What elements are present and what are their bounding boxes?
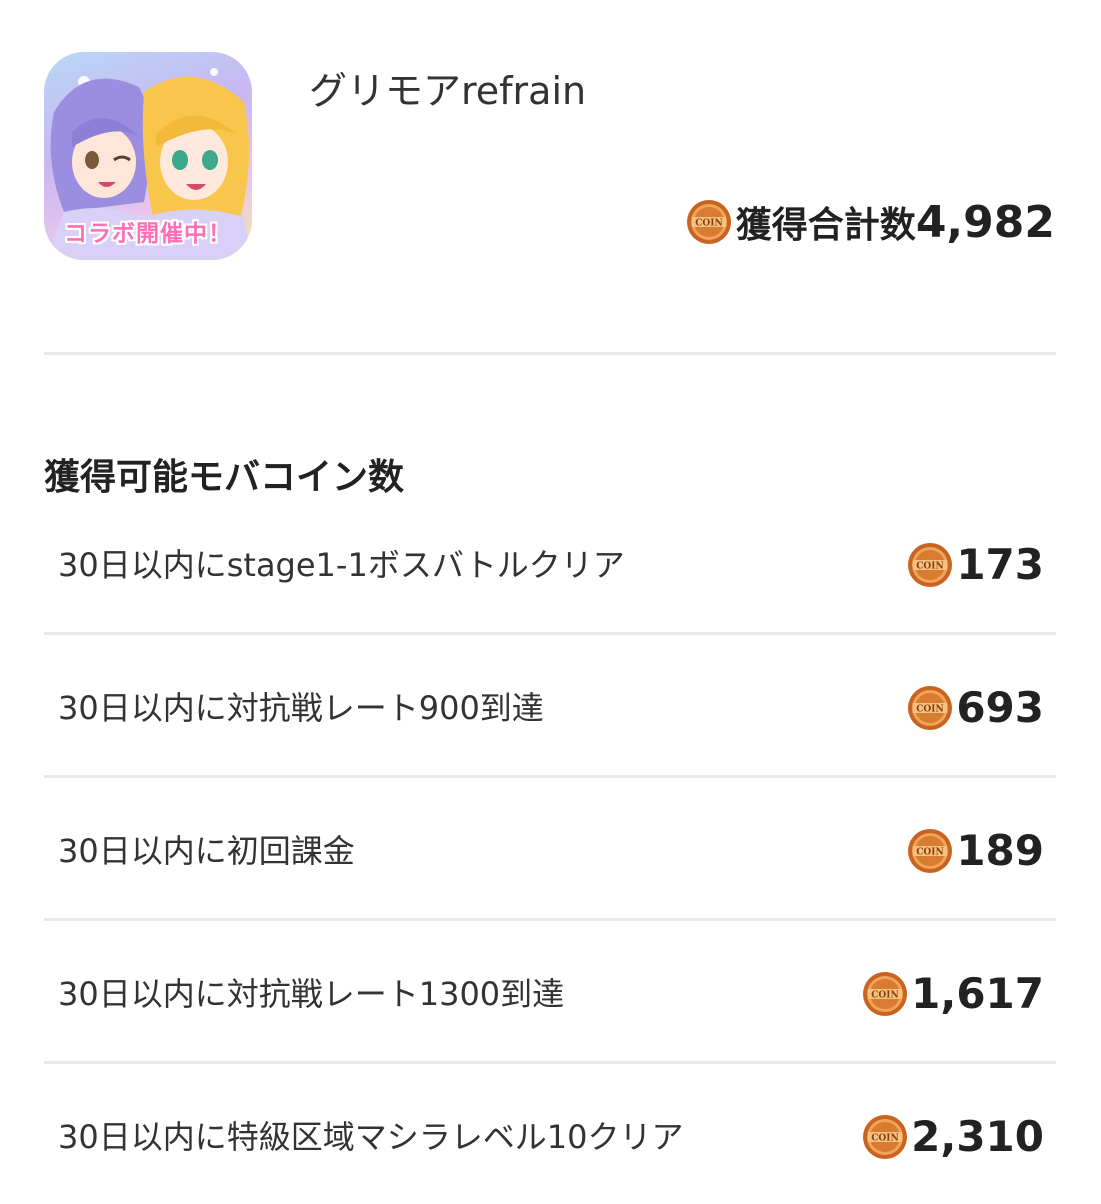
reward-value: 2,310: [911, 1112, 1044, 1161]
mission-reward: COIN 189: [907, 826, 1044, 875]
mission-row[interactable]: 30日以内に特級区域マシラレベル10クリア COIN 2,310: [44, 1064, 1056, 1204]
app-icon[interactable]: コラボ開催中！: [44, 52, 252, 260]
coin-icon: COIN: [863, 1114, 908, 1159]
coin-icon: COIN: [908, 828, 953, 873]
mission-reward: COIN 693: [907, 683, 1044, 732]
coin-text: COIN: [871, 990, 898, 1000]
mission-reward: COIN 173: [907, 540, 1044, 589]
mission-row[interactable]: 30日以内にstage1-1ボスバトルクリア COIN 173: [44, 492, 1056, 635]
total-coins: COIN 獲得合計数 4,982: [686, 196, 1055, 248]
coin-icon: COIN: [908, 685, 953, 730]
mission-label: 30日以内に特級区域マシラレベル10クリア: [58, 1118, 684, 1156]
coin-text: COIN: [695, 219, 722, 229]
header-divider: [44, 352, 1056, 355]
mission-label: 30日以内に対抗戦レート900到達: [58, 689, 544, 727]
reward-value: 189: [956, 826, 1044, 875]
coin-text: COIN: [917, 561, 944, 571]
total-label: 獲得合計数: [735, 205, 916, 246]
mission-reward: COIN 2,310: [862, 1112, 1044, 1161]
reward-value: 693: [956, 683, 1044, 732]
app-name[interactable]: グリモアrefrain: [309, 60, 586, 115]
mission-label: 30日以内に対抗戦レート1300到達: [58, 975, 565, 1013]
coin-icon: COIN: [908, 542, 953, 587]
mission-row[interactable]: 30日以内に初回課金 COIN 189: [44, 778, 1056, 921]
mission-label: 30日以内にstage1-1ボスバトルクリア: [58, 546, 625, 584]
coin-text: COIN: [871, 1133, 898, 1143]
total-value: 4,982: [915, 196, 1055, 248]
coin-icon: COIN: [686, 200, 731, 244]
reward-value: 173: [956, 540, 1044, 589]
mission-list: 30日以内にstage1-1ボスバトルクリア COIN 173 30日以内に対抗…: [44, 492, 1056, 1204]
coin-icon: COIN: [863, 971, 908, 1016]
mission-reward: COIN 1,617: [862, 969, 1044, 1018]
mission-row[interactable]: 30日以内に対抗戦レート1300到達 COIN 1,617: [44, 921, 1056, 1064]
coin-text: COIN: [917, 704, 944, 714]
icon-banner-text: コラボ開催中！: [64, 221, 232, 247]
app-header: コラボ開催中！ グリモアrefrain COIN 獲得合計数 4,982: [0, 0, 1101, 355]
mission-label: 30日以内に初回課金: [58, 832, 355, 870]
reward-value: 1,617: [911, 969, 1044, 1018]
coin-text: COIN: [917, 847, 944, 857]
mission-row[interactable]: 30日以内に対抗戦レート900到達 COIN 693: [44, 635, 1056, 778]
